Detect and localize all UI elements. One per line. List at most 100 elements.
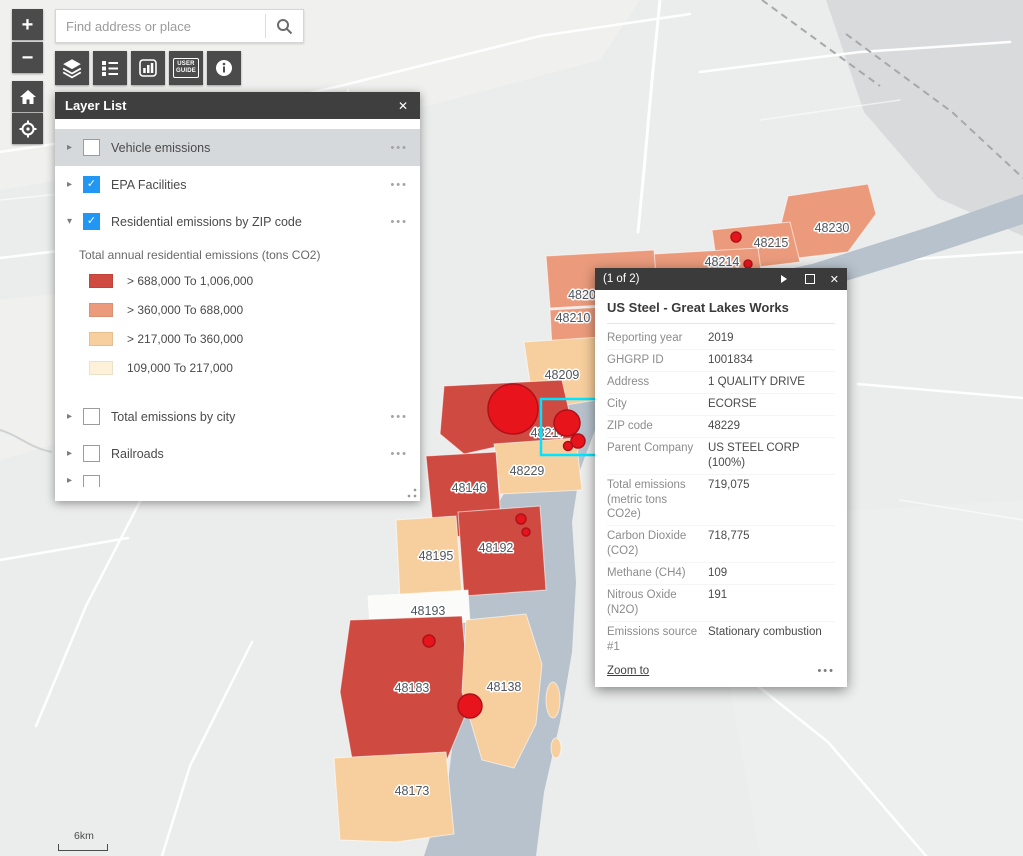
locate-icon — [18, 119, 38, 139]
next-feature-icon[interactable] — [781, 275, 787, 283]
popup-pager: (1 of 2) — [603, 273, 639, 285]
info-widget-button[interactable] — [207, 51, 241, 85]
field-row: Emissions source #1Stationary combustion — [607, 622, 835, 658]
layer-checkbox[interactable] — [83, 408, 100, 425]
chevron-down-icon[interactable] — [67, 216, 83, 227]
facility-marker — [564, 442, 573, 451]
search-input[interactable] — [56, 10, 265, 42]
layer-checkbox[interactable] — [83, 139, 100, 156]
address-search — [55, 9, 304, 43]
ellipsis-menu-icon[interactable] — [390, 179, 408, 191]
layer-row-total-emissions-by-city[interactable]: Total emissions by city — [55, 398, 420, 435]
ellipsis-menu-icon[interactable] — [817, 665, 835, 677]
field-row: Total emissions (metric tons CO2e)719,07… — [607, 475, 835, 527]
chart-icon — [138, 58, 158, 78]
legend-widget-button[interactable] — [93, 51, 127, 85]
chevron-right-icon[interactable] — [67, 475, 83, 486]
facility-marker — [731, 232, 741, 242]
zip-label: 48230 — [815, 221, 850, 235]
chevron-right-icon[interactable] — [67, 448, 83, 459]
scale-bar: 6km — [58, 830, 108, 851]
scale-label: 6km — [74, 830, 108, 842]
user-guide-widget-button[interactable]: USER GUIDE — [169, 51, 203, 85]
facility-marker — [522, 528, 530, 536]
chevron-right-icon[interactable] — [67, 179, 83, 190]
zip-label: 48183 — [395, 681, 430, 695]
ellipsis-menu-icon[interactable] — [390, 448, 408, 460]
home-icon — [18, 87, 38, 107]
facility-marker — [458, 694, 482, 718]
zoom-out-button[interactable] — [12, 42, 43, 73]
minus-icon — [22, 48, 34, 68]
zip-label: 48214 — [705, 255, 740, 269]
layer-row-vehicle-emissions[interactable]: Vehicle emissions — [55, 129, 420, 166]
field-row: Reporting year2019 — [607, 328, 835, 350]
ellipsis-menu-icon[interactable] — [390, 142, 408, 154]
layer-label: Total emissions by city — [111, 410, 235, 424]
info-icon — [214, 58, 234, 78]
legend-title: Total annual residential emissions (tons… — [79, 248, 410, 262]
popup-header[interactable]: (1 of 2) — [595, 268, 847, 290]
chevron-right-icon[interactable] — [67, 142, 83, 153]
zoom-to-link[interactable]: Zoom to — [607, 665, 649, 677]
layer-checkbox[interactable] — [83, 213, 100, 230]
island-small-1 — [546, 682, 560, 718]
feature-popup: (1 of 2) US Steel - Great Lakes Works Re… — [595, 268, 847, 687]
panel-resize-handle[interactable] — [405, 486, 417, 498]
ellipsis-menu-icon[interactable] — [390, 216, 408, 228]
zip-label: 48193 — [411, 604, 446, 618]
layer-label: Railroads — [111, 447, 164, 461]
layer-label: EPA Facilities — [111, 178, 187, 192]
layer-list-title: Layer List — [65, 98, 126, 113]
layer-row-residential-emissions[interactable]: Residential emissions by ZIP code — [55, 203, 420, 240]
layer-label: Vehicle emissions — [111, 141, 210, 155]
close-icon[interactable] — [396, 99, 410, 113]
zip-label: 48173 — [395, 784, 430, 798]
plus-icon — [22, 15, 34, 35]
facility-marker-selected — [554, 410, 580, 436]
search-icon — [275, 17, 294, 36]
scale-line — [58, 844, 108, 851]
legend-swatch — [89, 332, 113, 346]
widget-toolbar: USER GUIDE — [55, 51, 241, 85]
popup-footer: Zoom to — [607, 665, 835, 677]
layer-checkbox[interactable] — [83, 475, 100, 487]
field-row: Methane (CH4)109 — [607, 563, 835, 585]
legend-class-row: > 360,000 To 688,000 — [79, 303, 410, 317]
layer-list-body: Vehicle emissions EPA Facilities Residen… — [55, 119, 420, 501]
field-row: CityECORSE — [607, 394, 835, 416]
layer-list-header[interactable]: Layer List — [55, 92, 420, 119]
zip-label: 48229 — [510, 464, 545, 478]
locate-button[interactable] — [12, 113, 43, 144]
facility-marker — [488, 384, 538, 434]
layer-checkbox[interactable] — [83, 176, 100, 193]
island-small-2 — [551, 738, 561, 758]
user-guide-icon: USER GUIDE — [173, 58, 199, 78]
popup-body: US Steel - Great Lakes Works Reporting y… — [595, 290, 847, 687]
legend-class-row: > 688,000 To 1,006,000 — [79, 274, 410, 288]
legend-swatch — [89, 274, 113, 288]
chart-widget-button[interactable] — [131, 51, 165, 85]
layer-list-widget-button[interactable] — [55, 51, 89, 85]
facility-marker — [423, 635, 435, 647]
residential-emissions-legend: Total annual residential emissions (tons… — [55, 240, 420, 398]
layer-row-epa-facilities[interactable]: EPA Facilities — [55, 166, 420, 203]
home-button[interactable] — [12, 81, 43, 112]
search-button[interactable] — [266, 10, 303, 42]
chevron-right-icon[interactable] — [67, 411, 83, 422]
legend-swatch — [89, 361, 113, 375]
maximize-icon[interactable] — [805, 274, 815, 284]
ellipsis-menu-icon[interactable] — [390, 411, 408, 423]
zoom-in-button[interactable] — [12, 9, 43, 40]
zip-label: 48195 — [419, 549, 454, 563]
field-row: Carbon Dioxide (CO2)718,775 — [607, 526, 835, 563]
layer-label: Residential emissions by ZIP code — [111, 215, 302, 229]
zip-label: 48210 — [556, 311, 591, 325]
layer-row-partial[interactable] — [55, 472, 420, 487]
close-icon[interactable] — [830, 273, 839, 286]
layer-checkbox[interactable] — [83, 445, 100, 462]
layer-list-panel: Layer List Vehicle emissions EPA Facilit… — [55, 92, 420, 501]
layer-row-railroads[interactable]: Railroads — [55, 435, 420, 472]
facility-marker — [744, 260, 752, 268]
legend-swatch — [89, 303, 113, 317]
